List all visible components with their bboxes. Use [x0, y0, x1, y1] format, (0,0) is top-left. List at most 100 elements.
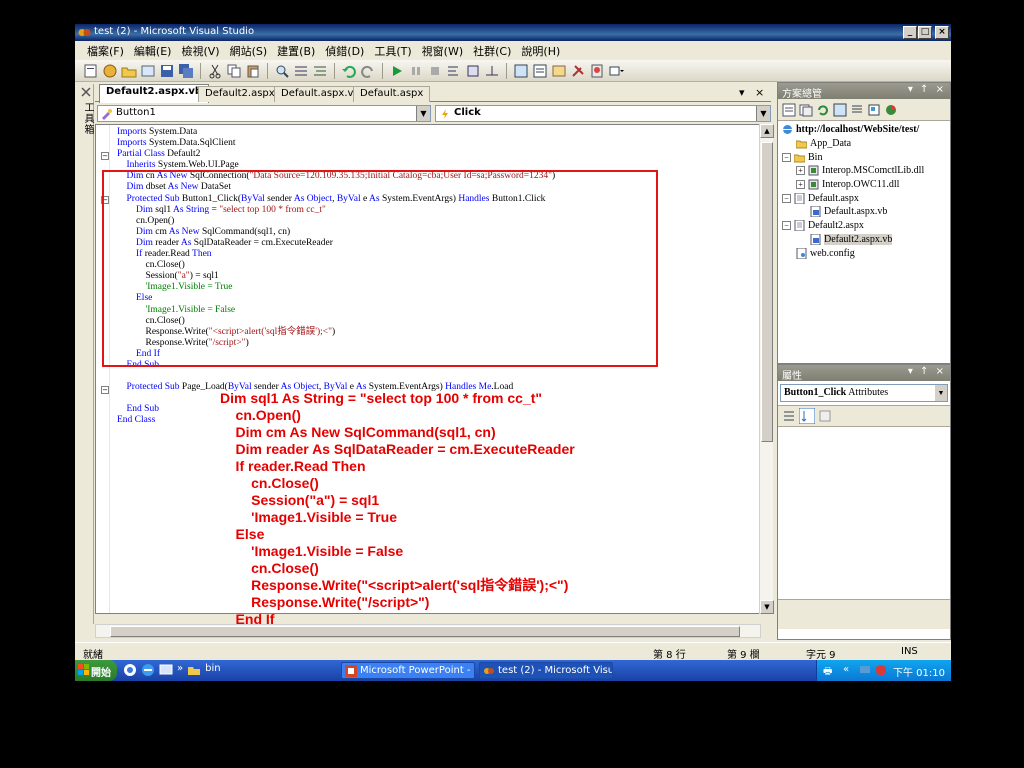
tree-item[interactable]: − Default.aspx — [780, 191, 950, 205]
maximize-button[interactable]: □ — [918, 26, 932, 39]
collapse-region-icon[interactable]: − — [101, 152, 109, 160]
uncomment-lines-icon[interactable] — [312, 63, 328, 79]
window-titlebar[interactable]: test (2) - Microsoft Visual Studio _ □ × — [75, 24, 951, 41]
tab-default2-aspx-vb[interactable]: Default2.aspx.vb — [99, 84, 210, 103]
cut-icon[interactable] — [207, 63, 223, 79]
tree-item[interactable]: web.config — [780, 246, 950, 260]
menu-build[interactable]: 建置(B) — [273, 42, 319, 60]
security-shield-icon[interactable] — [875, 664, 887, 676]
toolbox-side-tab[interactable]: 工具箱 — [78, 84, 94, 624]
add-item-icon[interactable] — [102, 63, 118, 79]
tree-item[interactable]: App_Data — [780, 137, 950, 151]
properties-grid[interactable] — [778, 427, 950, 599]
start-debug-icon[interactable] — [389, 63, 405, 79]
collapse-icon[interactable]: − — [782, 221, 791, 231]
solution-explorer-panel: 方案總管 ▾ ↑ × http://localhost/WebSite/test… — [777, 82, 951, 364]
step-into-icon[interactable] — [446, 63, 462, 79]
close-button[interactable]: × — [935, 26, 949, 39]
internet-explorer-icon[interactable] — [141, 663, 155, 677]
scroll-thumb[interactable] — [761, 142, 773, 442]
start-page-icon[interactable] — [589, 63, 605, 79]
show-all-files-icon[interactable] — [799, 103, 813, 117]
menu-website[interactable]: 網站(S) — [226, 42, 272, 60]
tab-list-dropdown-icon[interactable]: ▾ — [739, 86, 745, 99]
menu-edit[interactable]: 編輯(E) — [130, 42, 176, 60]
tree-item[interactable]: Default.aspx.vb — [780, 205, 950, 219]
more-tools-dropdown-icon[interactable] — [608, 63, 624, 79]
task-powerpoint[interactable]: Microsoft PowerPoint - [p... — [341, 662, 475, 679]
paste-icon[interactable] — [245, 63, 261, 79]
redo-icon[interactable] — [360, 63, 376, 79]
task-visual-studio[interactable]: test (2) - Microsoft Visual ... — [479, 662, 613, 679]
property-pages-icon[interactable] — [818, 409, 832, 423]
tree-item[interactable]: http://localhost/WebSite/test/ — [780, 123, 950, 137]
copy-icon[interactable] — [226, 63, 242, 79]
collapse-region-icon[interactable]: − — [101, 386, 109, 394]
properties-icon[interactable] — [782, 103, 796, 117]
menu-debug[interactable]: 偵錯(D) — [321, 42, 368, 60]
open-file-icon[interactable] — [121, 63, 137, 79]
close-document-icon[interactable]: × — [755, 86, 764, 99]
alphabetical-sort-icon[interactable] — [799, 408, 815, 424]
menu-tools[interactable]: 工具(T) — [370, 42, 415, 60]
step-over-icon[interactable] — [465, 63, 481, 79]
chevron-down-icon[interactable]: ▼ — [935, 385, 947, 401]
save-all-icon[interactable] — [178, 63, 194, 79]
tree-item[interactable]: + Interop.MSComctlLib.dll — [780, 164, 950, 178]
chevron-down-icon[interactable]: ▼ — [416, 106, 430, 121]
quick-launch-app-icon[interactable] — [123, 663, 137, 677]
show-desktop-icon[interactable] — [159, 663, 173, 677]
panel-pin-close-icon[interactable]: ▾ ↑ × — [908, 366, 946, 377]
tree-item[interactable]: Default2.aspx.vb — [780, 233, 950, 247]
expand-icon[interactable]: + — [796, 180, 805, 190]
save-icon[interactable] — [159, 63, 175, 79]
scroll-up-button[interactable]: ▲ — [760, 124, 774, 138]
find-icon[interactable] — [274, 63, 290, 79]
menu-view[interactable]: 檢視(V) — [177, 42, 223, 60]
scroll-down-button[interactable]: ▼ — [760, 600, 774, 614]
class-name-combo[interactable]: Button1 ▼ — [97, 105, 431, 122]
object-browser-icon[interactable] — [551, 63, 567, 79]
tree-item[interactable]: + Interop.OWC11.dll — [780, 178, 950, 192]
quick-launch-folder-label[interactable]: bin — [205, 663, 220, 677]
menu-file[interactable]: 檔案(F) — [83, 42, 128, 60]
tray-printer-icon[interactable]: 🖶 — [823, 664, 832, 681]
menu-help[interactable]: 說明(H) — [517, 42, 564, 60]
tree-item[interactable]: − Bin — [780, 150, 950, 164]
method-name-combo[interactable]: Click ▼ — [435, 105, 771, 122]
start-button[interactable]: 開始 — [75, 660, 117, 681]
categorized-icon[interactable] — [782, 409, 796, 423]
view-designer-icon[interactable] — [867, 103, 881, 117]
tab-default2-aspx[interactable]: Default2.aspx — [198, 86, 282, 102]
toolbox-icon[interactable] — [570, 63, 586, 79]
vertical-scrollbar[interactable]: ▲ ▼ — [759, 124, 774, 614]
tray-expand-chevron[interactable]: « — [843, 664, 849, 675]
panel-pin-close-icon[interactable]: ▾ ↑ × — [908, 84, 946, 95]
nest-related-files-icon[interactable] — [833, 103, 847, 117]
comment-lines-icon[interactable] — [293, 63, 309, 79]
solution-explorer-icon[interactable] — [513, 63, 529, 79]
add-new-item-icon[interactable] — [140, 63, 156, 79]
menu-community[interactable]: 社群(C) — [469, 42, 515, 60]
pause-icon[interactable] — [408, 63, 424, 79]
new-project-icon[interactable] — [83, 63, 99, 79]
menu-window[interactable]: 視窗(W) — [418, 42, 467, 60]
quick-launch-chevron[interactable]: » — [177, 663, 183, 677]
step-out-icon[interactable] — [484, 63, 500, 79]
minimize-button[interactable]: _ — [903, 26, 917, 39]
undo-icon[interactable] — [341, 63, 357, 79]
view-code-icon[interactable] — [850, 103, 864, 117]
properties-object-combo[interactable]: Button1_Click Attributes ▼ — [780, 384, 948, 402]
tab-default-aspx[interactable]: Default.aspx — [353, 86, 431, 102]
folder-icon[interactable] — [187, 663, 201, 677]
refresh-icon[interactable] — [816, 103, 830, 117]
collapse-icon[interactable]: − — [782, 193, 791, 203]
stop-icon[interactable] — [427, 63, 443, 79]
properties-window-icon[interactable] — [532, 63, 548, 79]
chevron-down-icon[interactable]: ▼ — [756, 106, 770, 121]
expand-icon[interactable]: + — [796, 166, 805, 176]
network-icon[interactable] — [859, 664, 871, 676]
collapse-icon[interactable]: − — [782, 152, 791, 162]
copy-website-icon[interactable] — [884, 103, 898, 117]
tree-item[interactable]: − Default2.aspx — [780, 219, 950, 233]
